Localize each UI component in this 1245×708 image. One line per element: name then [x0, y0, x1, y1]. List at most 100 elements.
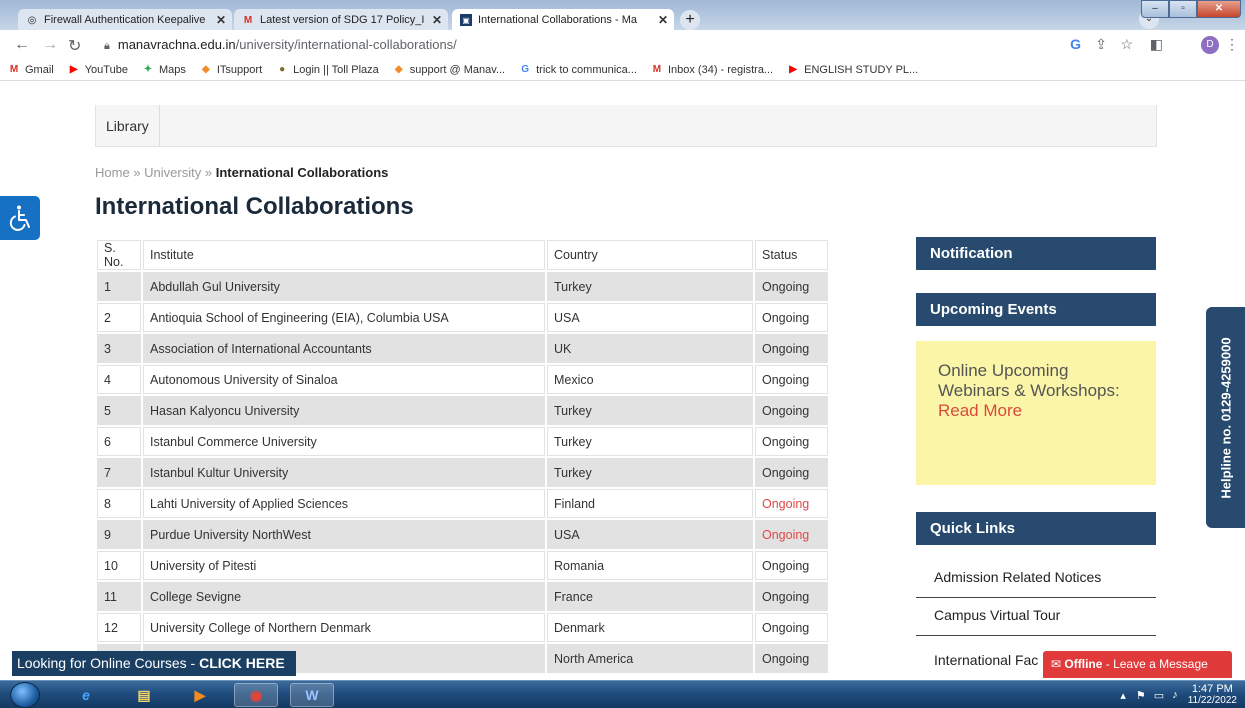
media-icon[interactable]: ▶	[178, 683, 222, 707]
row-number: 4	[97, 365, 141, 394]
row-number: 12	[97, 613, 141, 642]
bookmark-star-icon[interactable]: ☆	[1120, 36, 1133, 53]
country-name: Turkey	[547, 396, 753, 425]
breadcrumb-home[interactable]: Home	[95, 165, 130, 180]
close-icon[interactable]: ✕	[658, 13, 668, 27]
clock[interactable]: 1:47 PM 11/22/2022	[1188, 683, 1237, 707]
close-icon[interactable]: ✕	[216, 13, 226, 27]
country-name: Mexico	[547, 365, 753, 394]
google-icon: G	[521, 64, 529, 75]
back-icon[interactable]: ←	[14, 36, 30, 54]
table-row: 10 University of Pitesti Romania Ongoing	[97, 551, 828, 580]
tab-sdg-policy[interactable]: M Latest version of SDG 17 Policy_I ✕	[234, 9, 448, 31]
click-here-link[interactable]: CLICK HERE	[199, 655, 285, 671]
table-row: 2 Antioquia School of Engineering (EIA), …	[97, 303, 828, 332]
gmail-icon: M	[9, 64, 19, 75]
country-name: North America	[547, 644, 753, 673]
country-name: Turkey	[547, 272, 753, 301]
chrome-icon[interactable]: ◉	[234, 683, 278, 707]
bookmark-trick[interactable]: Gtrick to communica...	[519, 64, 637, 76]
upcoming-events-box: Online Upcoming Webinars & Workshops: Re…	[916, 341, 1156, 485]
country-name: USA	[547, 303, 753, 332]
table-row: 8 Lahti University of Applied Sciences Fin…	[97, 489, 828, 518]
status-value: Ongoing	[755, 303, 828, 332]
close-icon[interactable]: ✕	[432, 13, 442, 27]
explorer-icon[interactable]: ▤	[122, 683, 166, 707]
bookmark-toll-plaza[interactable]: ● Login || Toll Plaza	[276, 64, 379, 76]
breadcrumb: Home » University » International Collab…	[95, 165, 388, 180]
network-icon[interactable]: ▭	[1154, 689, 1164, 702]
gmail-icon: M	[243, 14, 253, 26]
ie-icon[interactable]: e	[64, 683, 108, 707]
table-row: 9 Purdue University NorthWest USA Ongoing	[97, 520, 828, 549]
breadcrumb-separator: »	[133, 165, 141, 180]
profile-avatar[interactable]: D	[1201, 36, 1219, 54]
status-value: Ongoing	[755, 613, 828, 642]
quick-link-divider	[916, 597, 1156, 598]
forward-icon[interactable]: →	[42, 36, 58, 54]
google-icon[interactable]: G	[1070, 36, 1081, 52]
quick-link-admission-notices[interactable]: Admission Related Notices	[934, 569, 1101, 585]
row-number: 1	[97, 272, 141, 301]
accessibility-button[interactable]	[0, 196, 40, 240]
offline-chat-widget[interactable]: ✉ Offline - Leave a Message	[1043, 651, 1232, 678]
online-courses-banner[interactable]: Looking for Online Courses - CLICK HERE	[12, 651, 296, 676]
breadcrumb-university[interactable]: University	[144, 165, 201, 180]
helpline-tab[interactable]: Helpline no. 0129-4259000	[1206, 307, 1245, 528]
new-tab-button[interactable]: +	[680, 10, 700, 30]
read-more-link[interactable]: Read More	[938, 401, 1022, 420]
globe-icon: ◎	[27, 14, 37, 26]
table-row: 12 University College of Northern Denmark…	[97, 613, 828, 642]
start-button[interactable]	[10, 682, 40, 708]
maximize-button[interactable]: ▫	[1169, 0, 1197, 18]
institute-name: Antioquia School of Engineering (EIA), C…	[143, 303, 545, 332]
bookmark-itsupport[interactable]: ◆ ITsupport	[200, 64, 262, 76]
quick-link-international-fac[interactable]: International Fac	[934, 652, 1038, 668]
url-path: /university/international-collaborations…	[235, 37, 457, 52]
site-icon: ▣	[460, 14, 472, 26]
bookmark-gmail[interactable]: M Gmail	[8, 64, 54, 76]
reload-icon[interactable]: ↻	[68, 36, 81, 56]
bookmark-maps[interactable]: ✦ Maps	[142, 64, 186, 76]
minimize-button[interactable]: –	[1141, 0, 1169, 18]
table-row: 4 Autonomous University of Sinaloa Mexico O…	[97, 365, 828, 394]
events-text: Online Upcoming Webinars & Workshops:	[938, 361, 1120, 400]
browser-tab-bar: ◎ Firewall Authentication Keepalive ✕ M …	[0, 0, 1245, 31]
upcoming-events-heading: Upcoming Events	[916, 293, 1156, 326]
row-number: 6	[97, 427, 141, 456]
tab-title: Firewall Authentication Keepalive	[44, 14, 206, 26]
window-controls: – ▫ ✕	[1141, 0, 1241, 18]
close-window-button[interactable]: ✕	[1197, 0, 1241, 18]
flag-icon[interactable]: ⚑	[1136, 689, 1146, 702]
bookmark-youtube[interactable]: ▶ YouTube	[68, 64, 128, 76]
tab-international-collaborations[interactable]: ▣ International Collaborations - Ma ✕	[452, 9, 674, 31]
country-name: Denmark	[547, 613, 753, 642]
bookmark-inbox[interactable]: M Inbox (34) - registra...	[651, 64, 773, 76]
tray-expand-icon[interactable]: ▴	[1120, 689, 1126, 702]
menu-dots-icon[interactable]: ⋮	[1225, 36, 1239, 53]
status-value: Ongoing	[755, 272, 828, 301]
share-icon[interactable]: ⇪	[1095, 36, 1107, 53]
bookmark-english-study[interactable]: ▶ ENGLISH STUDY PL...	[787, 64, 918, 76]
quick-links-heading: Quick Links	[916, 512, 1156, 545]
row-number: 5	[97, 396, 141, 425]
support-icon: ◆	[394, 64, 403, 75]
column-header: Institute	[143, 240, 545, 270]
word-icon[interactable]: W	[290, 683, 334, 707]
collaborations-table: S. No. Institute Country Status 1 Abdullah Gu…	[95, 238, 830, 675]
row-number: 3	[97, 334, 141, 363]
quick-link-virtual-tour[interactable]: Campus Virtual Tour	[934, 607, 1060, 623]
volume-icon[interactable]: ♪	[1172, 689, 1178, 701]
side-panel-icon[interactable]: ◧	[1150, 36, 1163, 53]
address-bar[interactable]: 🔒︎ manavrachna.edu.in/university/internat…	[104, 37, 457, 53]
country-name: Turkey	[547, 458, 753, 487]
tab-firewall[interactable]: ◎ Firewall Authentication Keepalive ✕	[18, 9, 232, 31]
institute-name: Association of International Accountants	[143, 334, 545, 363]
menu-item-library[interactable]: Library	[96, 105, 160, 147]
status-value: Ongoing	[755, 334, 828, 363]
institute-name: Hasan Kalyoncu University	[143, 396, 545, 425]
bookmark-support-manav[interactable]: ◆ support @ Manav...	[393, 64, 505, 76]
status-value: Ongoing	[755, 644, 828, 673]
row-number: 10	[97, 551, 141, 580]
status-value: Ongoing	[755, 582, 828, 611]
